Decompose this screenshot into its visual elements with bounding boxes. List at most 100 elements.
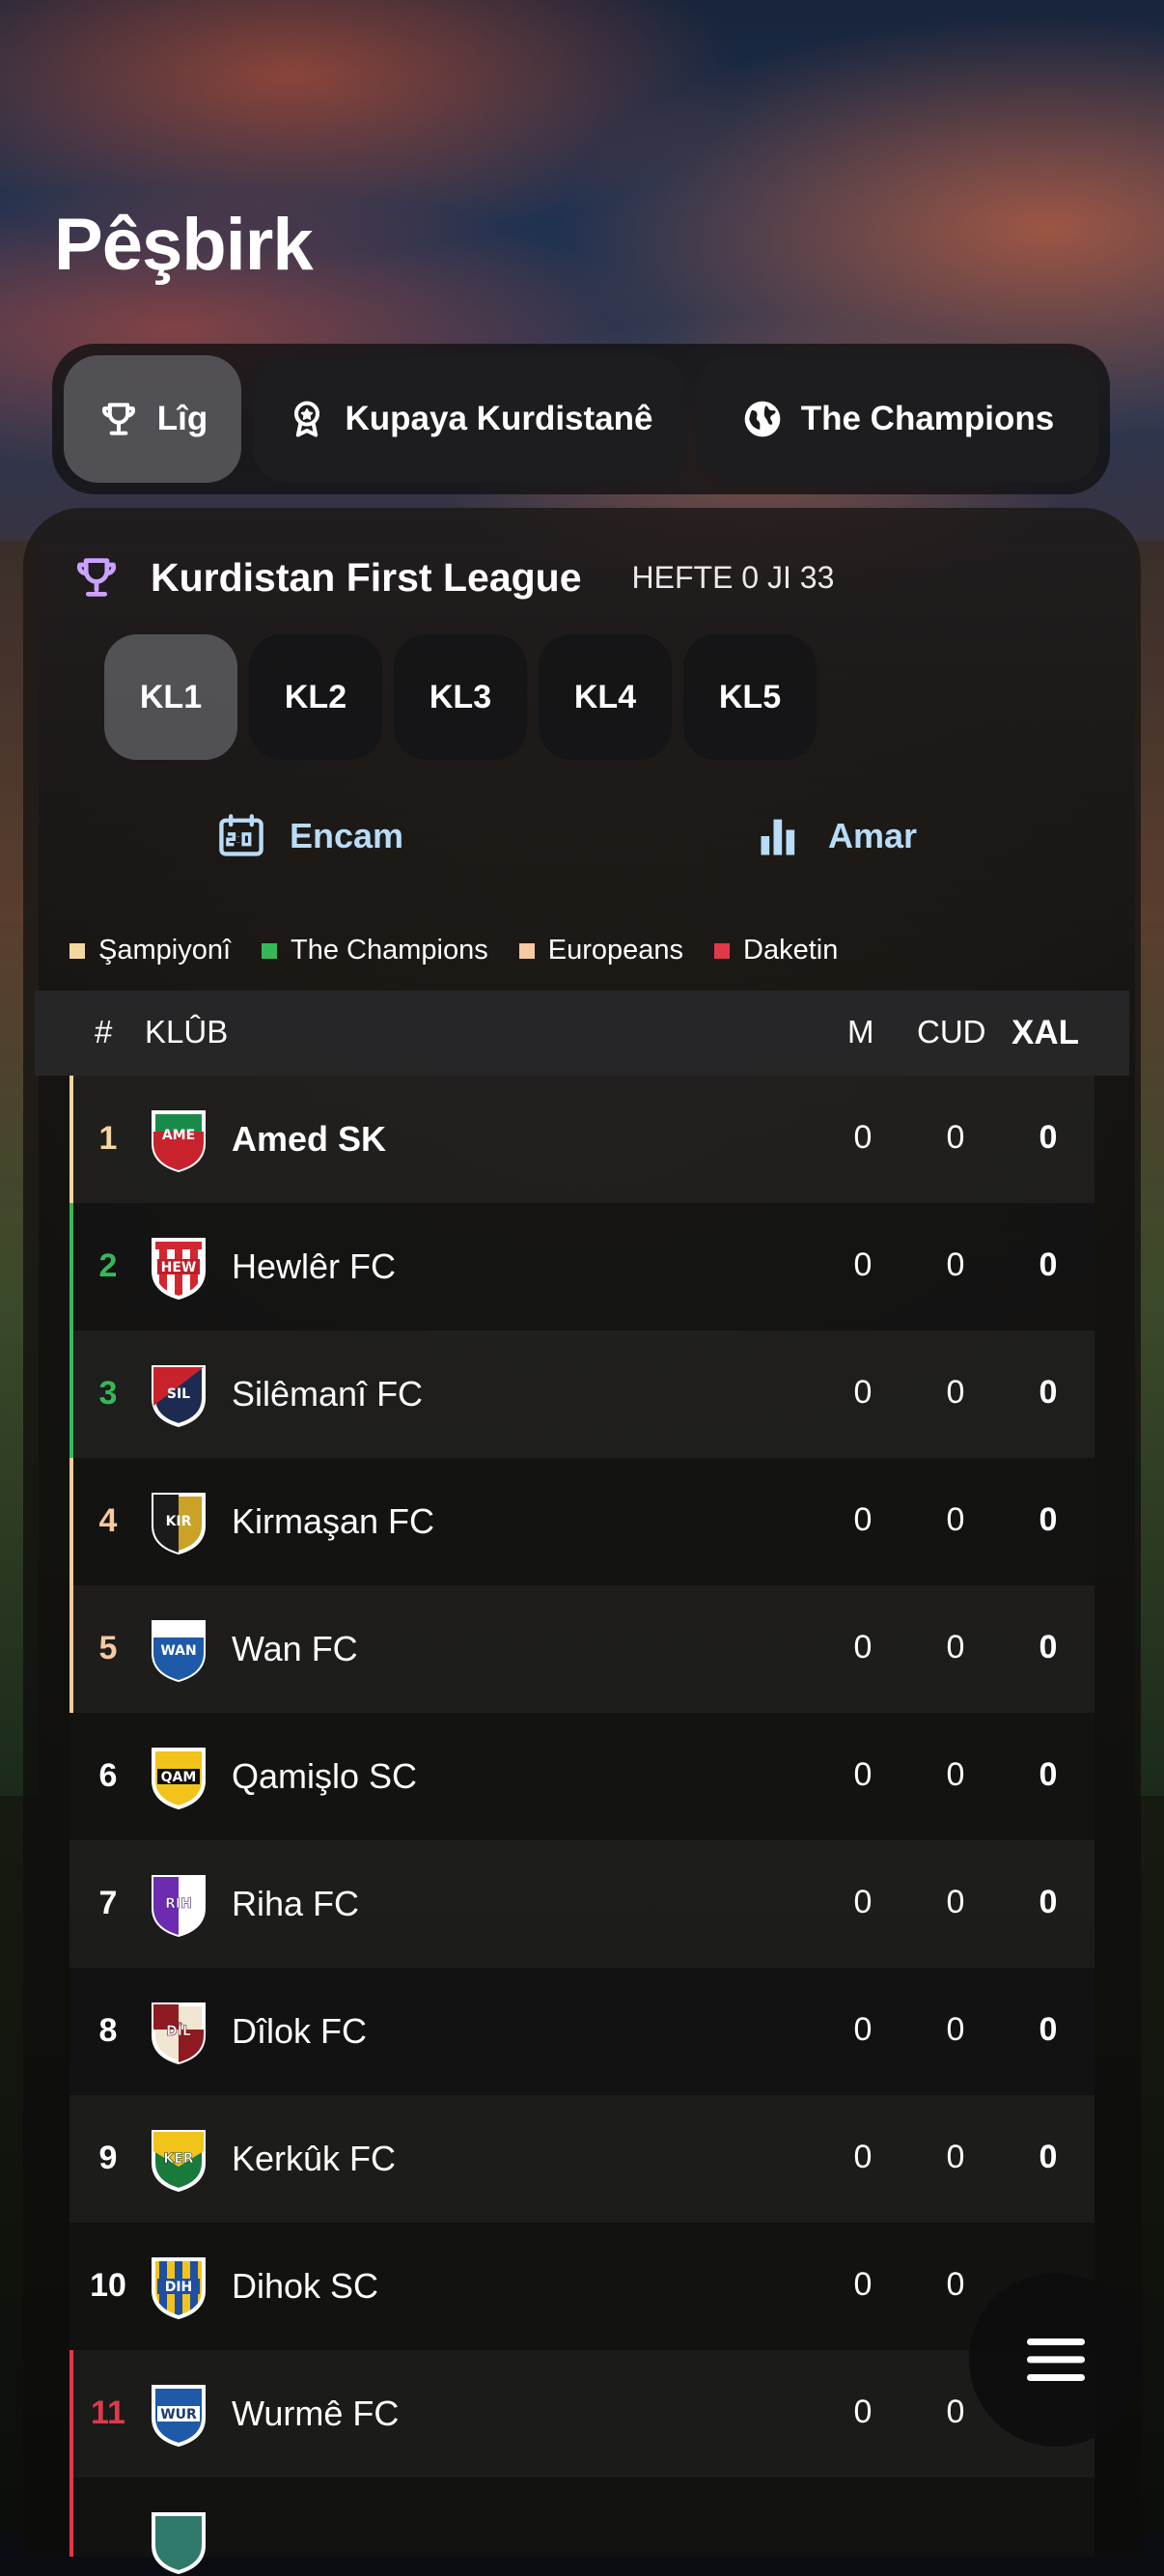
- table-row[interactable]: 6 QAM Qamişlo SC 0 0 0: [69, 1713, 1095, 1840]
- points-value: 0: [1039, 1246, 1058, 1283]
- crest-label: KER: [163, 2151, 193, 2167]
- bar-chart-icon: [761, 819, 795, 855]
- table-row[interactable]: 10 DIH Dihok SC 0 0: [69, 2223, 1095, 2350]
- crest-label: HEW: [161, 1260, 197, 1275]
- award-icon: [293, 401, 319, 437]
- row-position: 10: [90, 2267, 126, 2304]
- points-value: 0: [1039, 1374, 1058, 1411]
- points-value: 0: [1039, 1756, 1058, 1793]
- row-position: 7: [98, 1885, 118, 1921]
- table-row[interactable]: 11 WUR Wurmê FC 0 0: [69, 2350, 1095, 2478]
- competition-tabs: Lîg Kupaya Kurdistanê The Champions: [52, 344, 1110, 494]
- played-value: 0: [853, 1501, 873, 1538]
- legend-label: The Champions: [291, 935, 488, 966]
- club-crest: DÎL: [152, 2002, 206, 2065]
- played-value: 0: [853, 1119, 873, 1156]
- crest-label: RIH: [165, 1896, 192, 1912]
- subtab-kl3[interactable]: KL3: [394, 634, 527, 760]
- goal-diff-value: 0: [946, 1246, 965, 1283]
- legend-item-champion: Şampiyonî: [69, 935, 231, 966]
- menu-button[interactable]: [969, 2273, 1143, 2447]
- globe-icon: [744, 401, 781, 437]
- row-position: 3: [98, 1375, 118, 1412]
- club-crest: KER: [152, 2130, 206, 2193]
- row-position: 11: [91, 2394, 125, 2431]
- legend-label: Şampiyonî: [98, 935, 232, 966]
- goal-diff-value: 0: [946, 2011, 965, 2048]
- row-position: 6: [98, 1757, 118, 1794]
- subtab-kl4[interactable]: KL4: [539, 634, 672, 760]
- goal-diff-value: 0: [946, 2139, 965, 2175]
- club-name: Wurmê FC: [232, 2394, 400, 2433]
- points-value: 0: [1039, 1119, 1058, 1156]
- legend-swatch: [714, 942, 731, 959]
- league-header: Kurdistan First League HEFTE 0 JI 33: [71, 546, 834, 608]
- points-value: 0: [1039, 2011, 1058, 2048]
- row-position: 5: [98, 1630, 118, 1666]
- menu-icon: [1027, 2338, 1085, 2381]
- table-row[interactable]: 7 RIH Riha FC 0 0 0: [69, 1840, 1095, 1968]
- table-row[interactable]: 8 DÎL Dîlok FC 0 0 0: [69, 1968, 1095, 2095]
- row-position: 4: [98, 1502, 118, 1539]
- club-crest: QAM: [152, 1748, 206, 1810]
- goal-diff-value: 0: [946, 1119, 965, 1156]
- goal-diff-value: 0: [946, 1756, 965, 1793]
- played-value: 0: [853, 1374, 873, 1411]
- stats-button[interactable]: Amar: [755, 811, 917, 861]
- subtab-kl2[interactable]: KL2: [249, 634, 382, 760]
- goal-diff-value: 0: [946, 2266, 965, 2303]
- goal-diff-value: 0: [946, 1629, 965, 1666]
- goal-diff-value: 0: [946, 1501, 965, 1538]
- club-crest: DIH: [152, 2257, 206, 2320]
- crest-label: DIH: [165, 2280, 193, 2295]
- club-crest: [152, 2512, 206, 2575]
- stats-label: Amar: [828, 816, 918, 855]
- club-name: Hewlêr FC: [232, 1246, 397, 1286]
- legend-label: Europeans: [547, 935, 684, 966]
- club-name: Riha FC: [232, 1884, 360, 1923]
- played-value: 0: [853, 2011, 873, 2048]
- table-row[interactable]: 3 SIL Silêmanî FC 0 0 0: [69, 1330, 1095, 1458]
- crest-label: QAM: [161, 1770, 197, 1785]
- points-value: 0: [1039, 2139, 1058, 2175]
- table-row[interactable]: 9 KER Kerkûk FC 0 0 0: [69, 2095, 1095, 2223]
- table-row[interactable]: 5 WAN Wan FC 0 0 0: [69, 1585, 1095, 1713]
- tab-league[interactable]: Lîg: [64, 355, 241, 483]
- table-header: # KLÛB M CUD XAL: [35, 991, 1129, 1076]
- header-rank: #: [95, 1014, 113, 1050]
- results-button[interactable]: Encam: [216, 811, 403, 861]
- tab-cup[interactable]: Kupaya Kurdistanê: [253, 355, 685, 483]
- points-value: 0: [1039, 1501, 1058, 1538]
- played-value: 0: [853, 1756, 873, 1793]
- tab-league-label: Lîg: [156, 400, 208, 437]
- points-value: 0: [1039, 1884, 1058, 1920]
- qualification-bar: [69, 2478, 73, 2557]
- legend: Şampiyonî The Champions Europeans Daketi…: [69, 935, 869, 966]
- standings-table: 1 AME Amed SK 0 0 0 2 HEW Hewlêr FC 0 0 …: [69, 1076, 1095, 2575]
- row-position: 2: [98, 1247, 118, 1284]
- row-position: 8: [98, 2012, 118, 2049]
- page-title: Pêşbirk: [54, 204, 314, 286]
- played-value: 0: [853, 1246, 873, 1283]
- header-points: XAL: [1012, 1014, 1079, 1051]
- table-row-partial[interactable]: [69, 2478, 1095, 2575]
- club-crest: WAN: [152, 1620, 206, 1683]
- table-row[interactable]: 2 HEW Hewlêr FC 0 0 0: [69, 1203, 1095, 1330]
- crest-label: DÎL: [166, 2023, 191, 2039]
- tab-champions[interactable]: The Champions: [697, 355, 1098, 483]
- trophy-icon: [101, 403, 135, 435]
- header-club: KLÛB: [145, 1014, 229, 1050]
- subtab-kl1[interactable]: KL1: [104, 634, 237, 760]
- table-row[interactable]: 1 AME Amed SK 0 0 0: [69, 1076, 1095, 1203]
- table-row[interactable]: 4 KIR Kirmaşan FC 0 0 0: [69, 1458, 1095, 1585]
- tab-champions-label: The Champions: [800, 400, 1055, 437]
- played-value: 0: [853, 2139, 873, 2175]
- subtab-kl5[interactable]: KL5: [683, 634, 817, 760]
- club-crest: WUR: [152, 2385, 206, 2448]
- tab-cup-label: Kupaya Kurdistanê: [345, 400, 653, 437]
- row-position: 9: [98, 2140, 118, 2176]
- results-label: Encam: [290, 816, 404, 855]
- crest-label: KIR: [166, 1514, 192, 1529]
- played-value: 0: [853, 1884, 873, 1920]
- points-value: 0: [1039, 1629, 1058, 1666]
